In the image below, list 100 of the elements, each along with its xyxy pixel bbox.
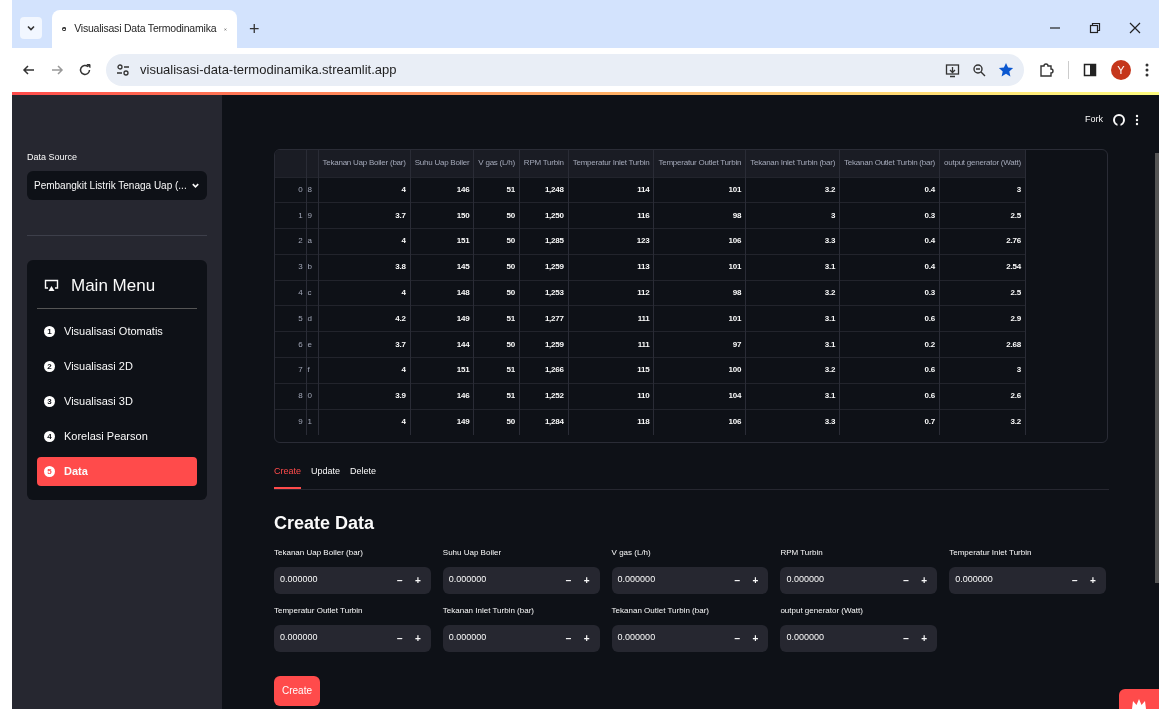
number-input[interactable]: 0.000000 − + xyxy=(274,566,431,594)
column-header[interactable]: RPM Turbin xyxy=(519,150,569,177)
menu-icon[interactable] xyxy=(1145,63,1149,77)
decrement-button[interactable]: − xyxy=(390,630,409,646)
column-header[interactable]: V gas (L/h) xyxy=(473,150,520,177)
decrement-button[interactable]: − xyxy=(897,630,916,646)
row-index: 8 xyxy=(275,383,306,410)
table-cell: 145 xyxy=(410,254,474,281)
new-tab-button[interactable]: + xyxy=(249,20,260,38)
table-cell: 3.2 xyxy=(745,177,840,203)
decrement-button[interactable]: − xyxy=(559,630,578,646)
table-cell: 50 xyxy=(473,202,520,229)
fork-link[interactable]: Fork xyxy=(1085,113,1103,127)
decrement-button[interactable]: − xyxy=(897,572,916,588)
menu-item[interactable]: 2 Visualisasi 2D xyxy=(37,352,197,381)
table-cell: 51 xyxy=(473,306,520,332)
number-input[interactable]: 0.000000 − + xyxy=(442,624,600,652)
increment-button[interactable]: + xyxy=(746,630,765,646)
menu-item[interactable]: 1 Visualisasi Otomatis xyxy=(37,317,197,346)
table-cell: 4 xyxy=(318,280,411,306)
number-input[interactable]: 0.000000 − + xyxy=(780,566,938,594)
row-index: 5 xyxy=(275,306,306,332)
profile-avatar[interactable]: Y xyxy=(1111,60,1131,80)
close-icon[interactable] xyxy=(1129,22,1141,34)
column-header[interactable]: Tekanan Uap Boiler (bar) xyxy=(318,150,411,177)
install-app-icon[interactable] xyxy=(945,62,960,78)
increment-button[interactable]: + xyxy=(915,572,934,588)
table-cell: 149 xyxy=(410,409,474,435)
number-input[interactable]: 0.000000 − + xyxy=(949,566,1106,594)
table-cell: 51 xyxy=(473,357,520,384)
column-header[interactable]: Temperatur Inlet Turbin xyxy=(568,150,654,177)
number-badge-icon: 2 xyxy=(44,361,55,372)
table-cell: 1,266 xyxy=(519,357,569,384)
number-badge-icon: 1 xyxy=(44,326,55,337)
browser-tab[interactable]: Visualisasi Data Termodinamika xyxy=(52,10,237,48)
table-cell: 2.5 xyxy=(939,202,1026,229)
table-cell: 2.54 xyxy=(939,254,1026,281)
decrement-button[interactable]: − xyxy=(728,572,747,588)
field-label: RPM Turbin xyxy=(780,546,824,559)
table-cell: 4.2 xyxy=(318,306,411,332)
number-input[interactable]: 0.000000 − + xyxy=(611,566,769,594)
number-input[interactable]: 0.000000 − + xyxy=(780,624,938,652)
number-input[interactable]: 0.000000 − + xyxy=(274,624,431,652)
table-cell: 3 xyxy=(939,357,1026,384)
streamlit-badge-button[interactable] xyxy=(1119,689,1159,709)
row-index: 1 xyxy=(275,202,306,229)
number-badge-icon: 5 xyxy=(44,466,55,477)
back-icon[interactable] xyxy=(22,63,36,77)
table-cell: 50 xyxy=(473,331,520,358)
row-index: 7 xyxy=(275,357,306,384)
reload-icon[interactable] xyxy=(78,63,92,77)
table-cell: 1,277 xyxy=(519,306,569,332)
increment-button[interactable]: + xyxy=(1084,572,1102,588)
row-index: 9 xyxy=(275,409,306,435)
github-icon[interactable] xyxy=(1113,113,1125,126)
zoom-icon[interactable] xyxy=(972,63,986,77)
forward-icon[interactable] xyxy=(50,63,64,77)
increment-button[interactable]: + xyxy=(408,630,427,646)
address-bar[interactable]: visualisasi-data-termodinamika.streamlit.app xyxy=(106,54,1024,86)
form-tab[interactable]: Create xyxy=(274,465,301,489)
star-icon[interactable] xyxy=(998,62,1014,78)
column-header[interactable]: Temperatur Outlet Turbin xyxy=(653,150,746,177)
side-panel-icon[interactable] xyxy=(1083,63,1097,77)
table-cell: 112 xyxy=(568,280,654,306)
decrement-button[interactable]: − xyxy=(728,630,747,646)
increment-button[interactable]: + xyxy=(746,572,765,588)
number-input[interactable]: 0.000000 − + xyxy=(442,566,600,594)
table-cell: 1,259 xyxy=(519,254,569,281)
table-cell: 98 xyxy=(653,280,746,306)
extensions-icon[interactable] xyxy=(1038,62,1054,78)
form-tab[interactable]: Update xyxy=(311,465,341,489)
form-tab[interactable]: Delete xyxy=(350,465,377,489)
column-header[interactable]: output generator (Watt) xyxy=(939,150,1026,177)
table-cell: 3.2 xyxy=(745,357,840,384)
tab-search-button[interactable] xyxy=(20,17,42,39)
data-source-select[interactable]: Pembangkit Listrik Tenaga Uap (... xyxy=(27,170,207,200)
decrement-button[interactable]: − xyxy=(390,572,409,588)
row-id: b xyxy=(306,254,318,281)
table-cell: 3.1 xyxy=(745,254,840,281)
menu-item[interactable]: 4 Korelasi Pearson xyxy=(37,422,197,451)
table-cell: 1,285 xyxy=(519,228,569,255)
table-cell: 97 xyxy=(653,331,746,358)
decrement-button[interactable]: − xyxy=(559,572,578,588)
number-input[interactable]: 0.000000 − + xyxy=(611,624,769,652)
column-header[interactable]: Tekanan Outlet Turbin (bar) xyxy=(839,150,940,177)
site-settings-icon[interactable] xyxy=(116,63,130,77)
crown-icon xyxy=(1131,699,1147,709)
increment-button[interactable]: + xyxy=(577,572,596,588)
decrement-button[interactable]: − xyxy=(1066,572,1084,588)
increment-button[interactable]: + xyxy=(915,630,934,646)
increment-button[interactable]: + xyxy=(577,630,596,646)
restore-icon[interactable] xyxy=(1089,22,1101,34)
column-header[interactable]: Suhu Uap Boiler xyxy=(410,150,474,177)
kebab-menu-icon[interactable] xyxy=(1135,113,1139,126)
table-cell: 115 xyxy=(568,357,654,384)
number-badge-icon: 4 xyxy=(44,431,55,442)
scrollbar[interactable] xyxy=(1155,153,1159,583)
increment-button[interactable]: + xyxy=(408,572,427,588)
menu-item[interactable]: 3 Visualisasi 3D xyxy=(37,387,197,416)
column-header[interactable]: Tekanan Inlet Turbin (bar) xyxy=(745,150,840,177)
